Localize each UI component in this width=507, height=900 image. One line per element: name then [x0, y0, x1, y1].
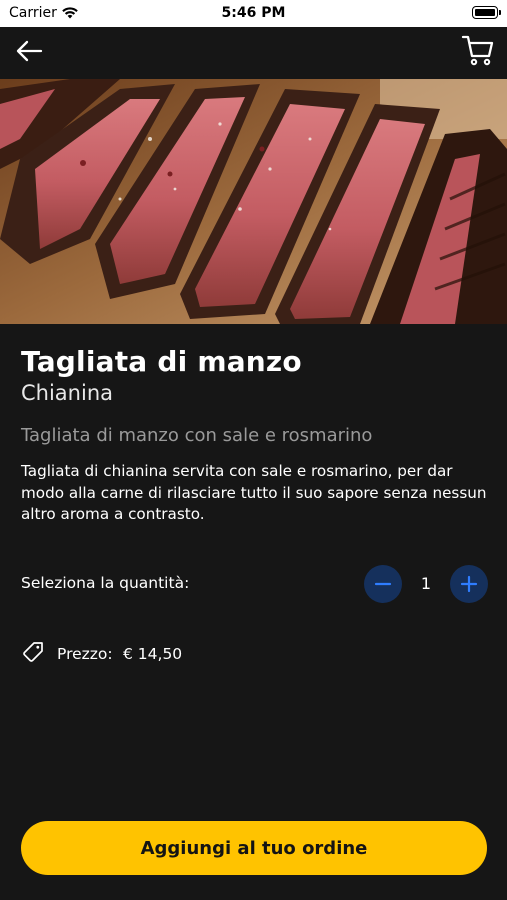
minus-icon: [374, 582, 392, 586]
price-label: Prezzo:: [57, 645, 113, 663]
back-button[interactable]: [14, 37, 44, 65]
navigation-bar: [0, 27, 507, 79]
product-description: Tagliata di chianina servita con sale e …: [21, 462, 487, 523]
product-image: [0, 79, 507, 324]
product-title: Tagliata di manzo: [21, 345, 302, 378]
add-to-order-label: Aggiungi al tuo ordine: [140, 837, 368, 859]
quantity-label: Seleziona la quantità:: [21, 574, 190, 592]
product-short-description: Tagliata di manzo con sale e rosmarino: [21, 425, 373, 446]
plus-icon: [460, 575, 478, 593]
tag-icon: [23, 642, 43, 662]
increase-quantity-button[interactable]: [450, 565, 488, 603]
cart-button[interactable]: [461, 33, 495, 67]
cart-icon: [461, 35, 494, 66]
price-value: € 14,50: [123, 645, 183, 663]
status-bar: Carrier 5:46 PM: [0, 0, 507, 27]
clock: 5:46 PM: [221, 5, 286, 21]
product-subtitle: Chianina: [21, 381, 113, 405]
decrease-quantity-button[interactable]: [364, 565, 402, 603]
add-to-order-button[interactable]: Aggiungi al tuo ordine: [21, 821, 487, 875]
arrow-left-icon: [16, 40, 43, 62]
battery-icon: [472, 6, 501, 19]
product-image-carousel[interactable]: [0, 79, 507, 324]
quantity-value: 1: [420, 574, 432, 593]
